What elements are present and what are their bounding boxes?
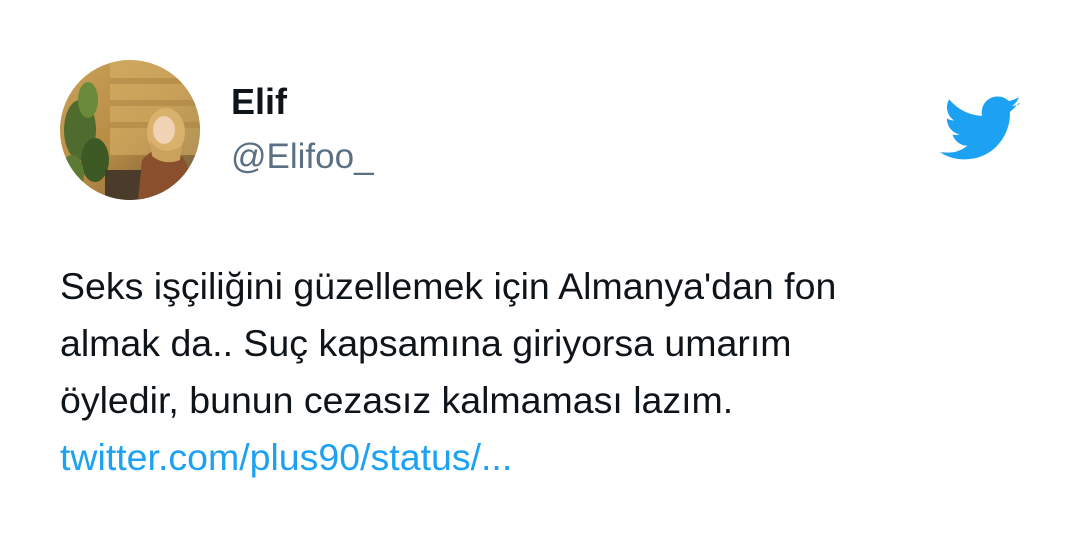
- twitter-bird-icon: [940, 95, 1022, 161]
- user-handle[interactable]: @Elifoo_: [231, 137, 374, 177]
- avatar[interactable]: [60, 60, 200, 200]
- tweet-link[interactable]: twitter.com/plus90/status/...: [60, 429, 512, 486]
- display-name[interactable]: Elif: [231, 82, 287, 122]
- tweet-card: Elif @Elifoo_ Seks işçiliğini güzellemek…: [0, 0, 1080, 551]
- tweet-text: Seks işçiliğini güzellemek için Almanya'…: [60, 265, 837, 421]
- profile-photo: [60, 60, 200, 200]
